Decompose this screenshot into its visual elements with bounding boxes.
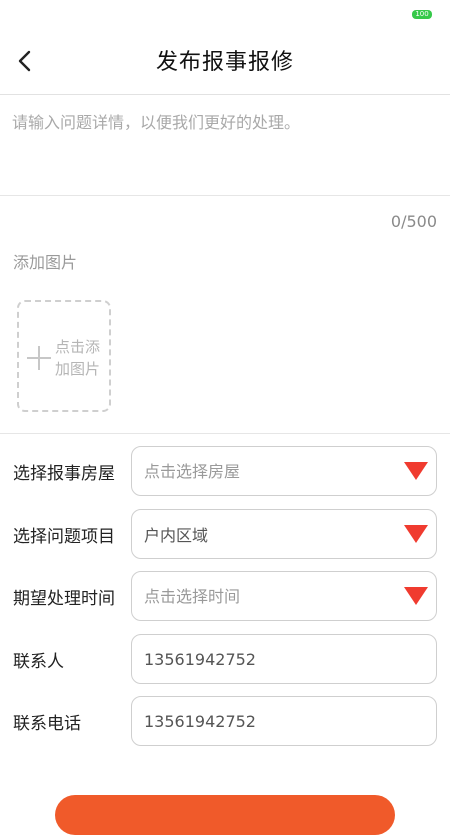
top-app-bar: 发布报事报修 [0, 30, 450, 95]
page-title: 发布报事报修 [155, 50, 294, 75]
item-label: 选择问题项目 [13, 527, 115, 547]
add-image-text: 点击添加图片 [55, 338, 101, 378]
description-input[interactable] [12, 109, 432, 179]
dropdown-arrow-icon[interactable] [404, 587, 428, 605]
phone-row: 联系电话 [0, 696, 450, 746]
add-image-button[interactable]: 点击添加图片 [17, 300, 111, 412]
item-select-input[interactable] [144, 510, 384, 558]
char-counter: 0/500 [390, 212, 437, 231]
status-bar: 100 [0, 0, 450, 30]
contact-label: 联系人 [13, 652, 64, 672]
time-label: 期望处理时间 [13, 589, 115, 609]
time-row: 期望处理时间 [0, 571, 450, 621]
contact-field[interactable] [131, 634, 437, 684]
phone-field[interactable] [131, 696, 437, 746]
house-label: 选择报事房屋 [13, 464, 115, 484]
house-select[interactable] [131, 446, 437, 496]
section-divider [0, 433, 450, 434]
add-images-label: 添加图片 [13, 253, 78, 272]
plus-icon [27, 346, 51, 370]
time-select[interactable] [131, 571, 437, 621]
submit-button[interactable] [55, 795, 395, 835]
time-select-input[interactable] [144, 572, 384, 620]
house-select-input[interactable] [144, 447, 384, 495]
contact-row: 联系人 [0, 634, 450, 684]
battery-icon: 100 [412, 10, 432, 19]
dropdown-arrow-icon[interactable] [404, 525, 428, 543]
phone-label: 联系电话 [13, 714, 81, 734]
dropdown-arrow-icon[interactable] [404, 462, 428, 480]
description-section [0, 95, 450, 196]
phone-input[interactable] [144, 697, 384, 745]
contact-input[interactable] [144, 635, 384, 683]
item-select[interactable] [131, 509, 437, 559]
house-row: 选择报事房屋 [0, 446, 450, 496]
item-row: 选择问题项目 [0, 509, 450, 559]
